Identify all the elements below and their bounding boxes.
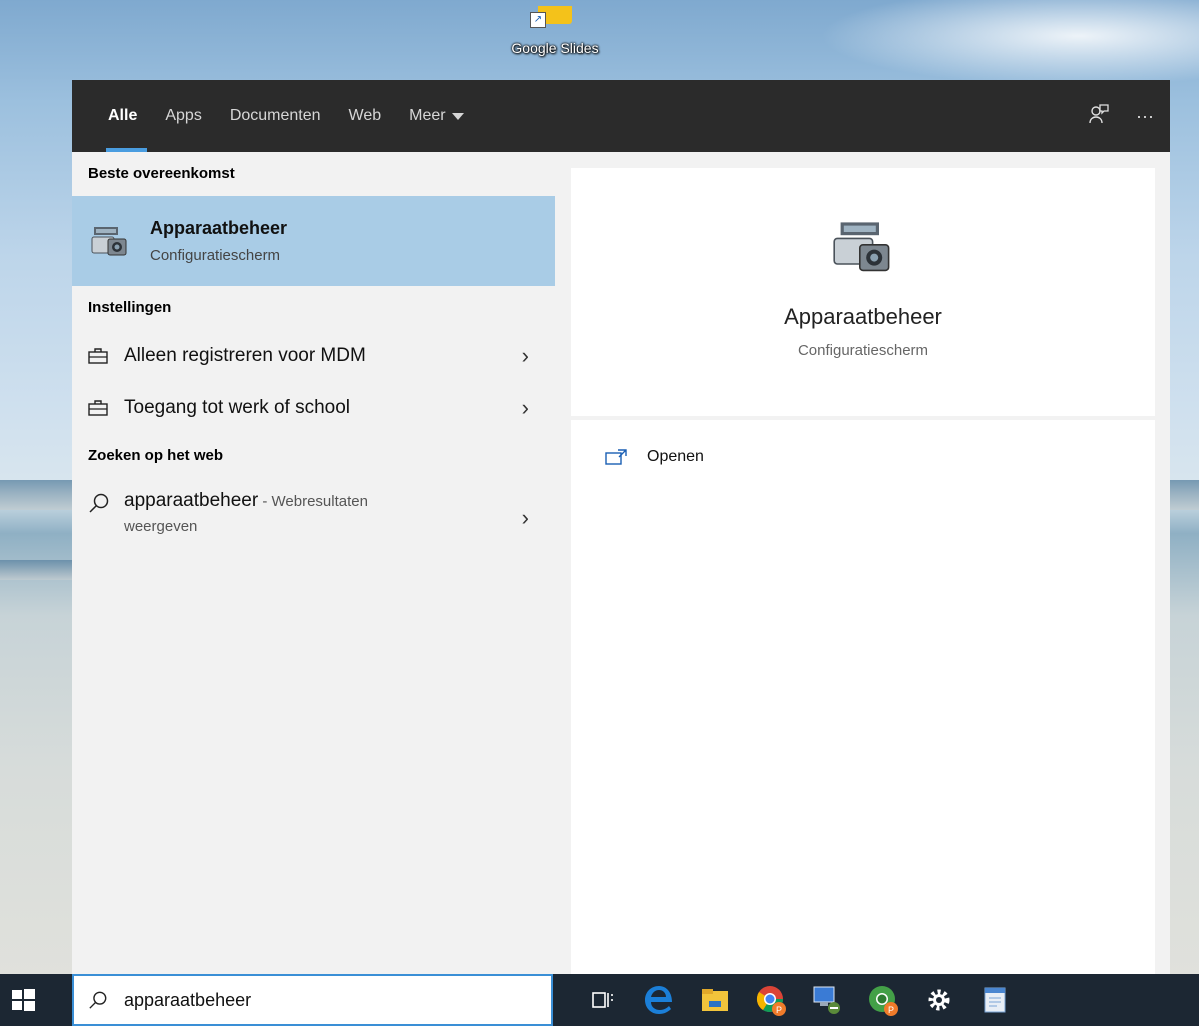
- taskbar-apps: P P: [575, 974, 1023, 1026]
- svg-text:P: P: [888, 1005, 894, 1015]
- tab-label: Documenten: [229, 107, 321, 124]
- results-list: Beste overeenkomst Apparaatbeheer Config…: [72, 152, 555, 975]
- taskbar-search-box[interactable]: [72, 974, 553, 1026]
- device-manager-icon: [833, 222, 890, 272]
- settings-item-label: Toegang tot werk of school: [124, 397, 351, 418]
- search-input[interactable]: [122, 988, 506, 1012]
- settings-header: Instellingen: [88, 299, 172, 316]
- web-search-header: Zoeken op het web: [88, 447, 224, 464]
- preview-pane: Apparaatbeheer Configuratiescherm Openen: [571, 168, 1155, 975]
- search-icon: [89, 493, 109, 513]
- tab-meer[interactable]: Meer: [395, 80, 477, 152]
- search-panel: Alle Apps Documenten Web Meer ··· Beste …: [72, 80, 1170, 975]
- open-icon: [605, 449, 627, 465]
- tab-web[interactable]: Web: [335, 80, 396, 152]
- task-view-icon[interactable]: [575, 974, 631, 1026]
- search-topbar: Alle Apps Documenten Web Meer ···: [72, 80, 1170, 152]
- tab-documenten[interactable]: Documenten: [216, 80, 335, 152]
- settings-item-work-school[interactable]: Toegang tot werk of school ›: [72, 382, 555, 434]
- web-search-suffix: - Webresultaten: [258, 493, 368, 510]
- best-match-header: Beste overeenkomst: [88, 165, 235, 182]
- open-action[interactable]: Openen: [605, 448, 704, 466]
- topbar-icons: ···: [1088, 80, 1154, 152]
- web-search-query: apparaatbeheer: [124, 490, 259, 511]
- tab-label: Apps: [165, 107, 202, 124]
- tab-label: Meer: [409, 107, 446, 124]
- shortcut-arrow-icon: ↗: [530, 12, 546, 28]
- edge-icon[interactable]: [631, 974, 687, 1026]
- briefcase-icon: [88, 400, 108, 416]
- chevron-right-icon: ›: [521, 395, 529, 420]
- best-match-subtitle: Configuratiescherm: [150, 247, 281, 264]
- file-explorer-icon[interactable]: [687, 974, 743, 1026]
- desktop-wave-right: [1169, 480, 1199, 510]
- best-match-title: Apparaatbeheer: [150, 218, 288, 238]
- best-match-item[interactable]: Apparaatbeheer Configuratiescherm: [72, 196, 555, 286]
- web-search-line2: weergeven: [124, 518, 198, 535]
- preview-card: Apparaatbeheer Configuratiescherm: [571, 168, 1155, 416]
- desktop-icon-google-slides[interactable]: ↗ Google Slides: [505, 6, 605, 62]
- preview-actions: Openen: [571, 420, 1155, 975]
- desktop-cloud: [799, 0, 1199, 90]
- tab-label: Web: [348, 107, 382, 124]
- more-options-icon[interactable]: ···: [1136, 106, 1154, 127]
- preview-title: Apparaatbeheer: [784, 304, 942, 329]
- desktop-wave-left: [0, 480, 75, 510]
- web-search-result[interactable]: apparaatbeheer - Webresultaten weergeven…: [72, 478, 555, 562]
- feedback-icon[interactable]: [1088, 103, 1110, 130]
- search-tabs: Alle Apps Documenten Web Meer: [94, 80, 478, 152]
- taskbar: P P: [0, 974, 1199, 1026]
- desktop-wave-left-2: [0, 560, 75, 580]
- remote-desktop-icon[interactable]: [799, 974, 855, 1026]
- device-manager-icon: [91, 227, 127, 256]
- google-slides-icon: ↗: [530, 6, 572, 28]
- briefcase-icon: [88, 348, 108, 364]
- preview-subtitle: Configuratiescherm: [797, 342, 929, 359]
- settings-item-mdm[interactable]: Alleen registreren voor MDM ›: [72, 330, 555, 382]
- tab-label: Alle: [108, 107, 138, 124]
- tab-apps[interactable]: Apps: [151, 80, 215, 152]
- search-icon: [89, 991, 107, 1009]
- settings-icon[interactable]: [911, 974, 967, 1026]
- chevron-right-icon: ›: [521, 505, 529, 530]
- chrome-icon[interactable]: P: [743, 974, 799, 1026]
- chevron-right-icon: ›: [521, 343, 529, 368]
- chevron-down-icon: [451, 112, 464, 120]
- open-action-label: Openen: [647, 448, 704, 465]
- tab-alle[interactable]: Alle: [94, 80, 151, 152]
- desktop-icon-label: Google Slides: [511, 40, 599, 56]
- windows-start-icon[interactable]: [8, 985, 38, 1015]
- settings-item-label: Alleen registreren voor MDM: [124, 345, 366, 366]
- svg-text:P: P: [776, 1005, 782, 1015]
- chrome-profile-icon[interactable]: P: [855, 974, 911, 1026]
- notepad-icon[interactable]: [967, 974, 1023, 1026]
